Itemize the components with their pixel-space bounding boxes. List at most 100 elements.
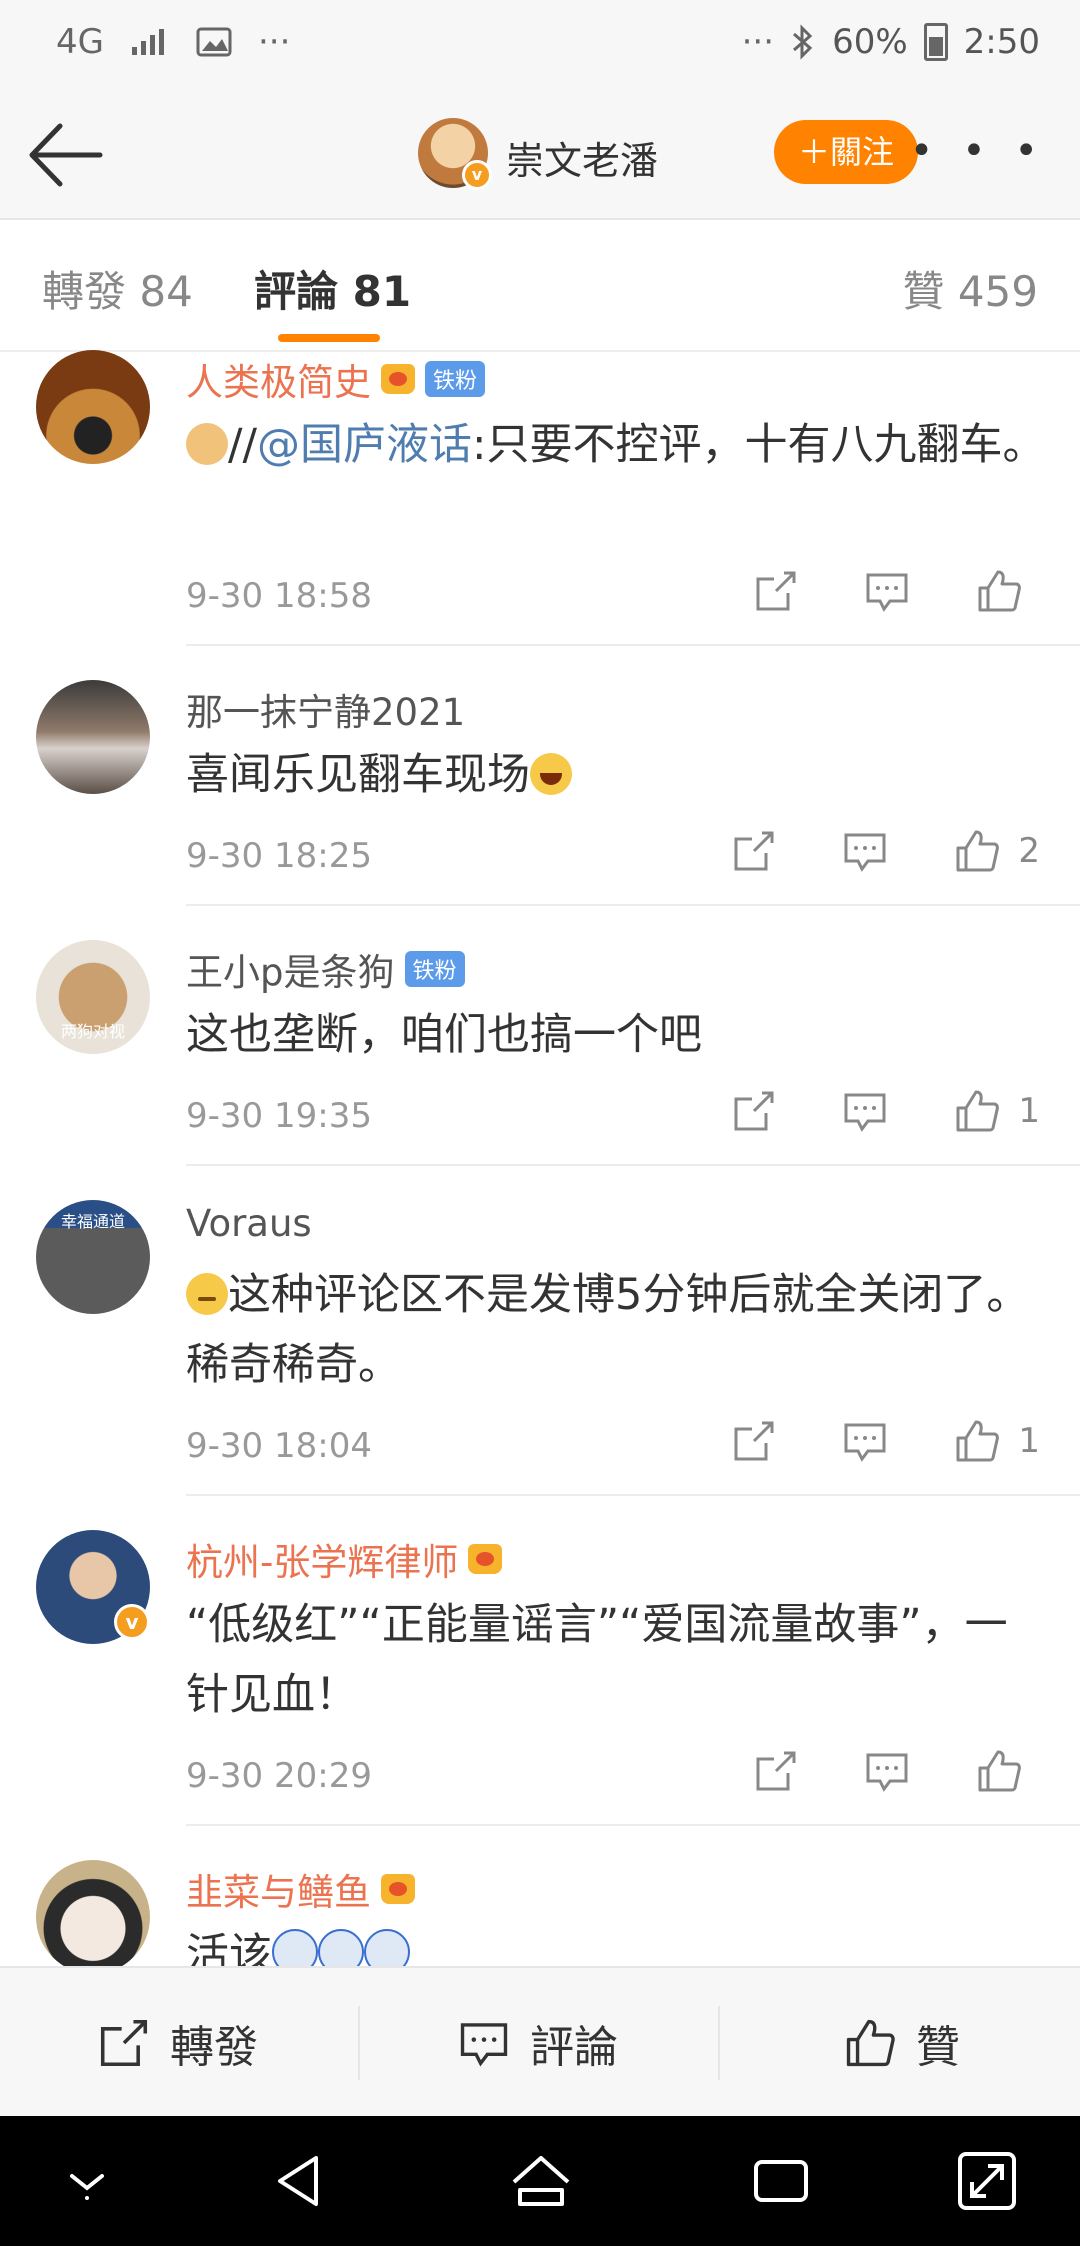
tab-repost[interactable]: 轉發 84 (42, 258, 193, 319)
follow-button[interactable]: ＋關注 (774, 120, 918, 184)
reply-button[interactable] (864, 569, 910, 613)
like-button[interactable]: 2 (954, 828, 1040, 874)
like-button[interactable]: 1 (954, 1418, 1040, 1464)
like-post-button[interactable]: 贊 (844, 1968, 960, 2118)
comment-icon (460, 2023, 508, 2067)
comment-icon (866, 1753, 908, 1792)
thumb-up-icon (956, 1090, 1000, 1132)
panic-emoji-icon (272, 1929, 318, 1966)
comment-text-block: 这种评论区不是发博5分钟后就全关闭了。稀奇稀奇。 (186, 1260, 1046, 1400)
comment-text-block: 喜闻乐见翻车现场 (186, 740, 1046, 810)
fan-badge: 铁粉 (404, 951, 465, 987)
back-nav-icon[interactable] (266, 2146, 336, 2216)
commenter-avatar[interactable]: 两狗对视 (36, 940, 150, 1054)
panic-emoji-icon (364, 1929, 410, 1966)
laugh-emoji-icon (530, 753, 572, 795)
back-arrow-icon[interactable] (26, 120, 106, 190)
comment-header: 王小p是条狗 铁粉 (186, 942, 465, 996)
comment-divider (186, 1824, 1080, 1826)
tab-comments[interactable]: 評論 81 (254, 258, 411, 319)
comment-text-block: //@国庐液话:只要不控评，十有八九翻车。 (186, 410, 1046, 480)
reply-button[interactable] (864, 1749, 910, 1793)
panic-emoji-icon (318, 1929, 364, 1966)
fan-badge: 铁粉 (425, 361, 486, 397)
commenter-avatar[interactable]: v (36, 1530, 150, 1644)
commenter-name[interactable]: Voraus (186, 1202, 312, 1245)
comment-button[interactable]: 評論 (458, 1968, 618, 2118)
commenter-avatar[interactable] (36, 1860, 150, 1966)
thumb-up-icon (846, 2019, 895, 2067)
comment-divider (186, 1494, 1080, 1496)
commenter-avatar[interactable] (36, 680, 150, 794)
share-button[interactable] (754, 1749, 798, 1793)
share-button[interactable] (732, 1419, 776, 1463)
image-notification-icon (196, 27, 232, 57)
comment-time: 9-30 18:58 (186, 576, 372, 616)
share-button[interactable] (732, 829, 776, 873)
thumb-up-icon (978, 1750, 1021, 1792)
reply-button[interactable] (842, 1089, 888, 1133)
more-options-icon[interactable]: • • • (910, 131, 1046, 171)
commenter-avatar[interactable]: 幸福通道 (36, 1200, 150, 1314)
battery-icon (923, 23, 948, 61)
comment-icon (844, 1423, 886, 1462)
reply-button[interactable] (842, 1419, 888, 1463)
share-icon (734, 1091, 774, 1131)
clock: 2:50 (963, 22, 1040, 62)
repost-label: 轉發 (170, 2022, 258, 2073)
share-icon (734, 831, 774, 871)
expand-screen-icon[interactable] (952, 2146, 1022, 2216)
commenter-name[interactable]: 王小p是条狗 (186, 942, 395, 996)
thumb-up-icon (978, 570, 1021, 612)
mention-link[interactable]: @国庐液话 (257, 420, 472, 470)
comment-header: 韭菜与鳝鱼 (186, 1862, 415, 1916)
commenter-name[interactable]: 杭州-张学辉律师 (186, 1532, 458, 1586)
crown-badge-icon (381, 1874, 415, 1904)
repost-button[interactable]: 轉發 (98, 1968, 258, 2118)
comment-text: 活该 (186, 1930, 272, 1966)
account-name[interactable]: 崇文老潘 (506, 130, 658, 185)
recents-nav-icon[interactable] (746, 2146, 816, 2216)
comment-time: 9-30 18:04 (186, 1426, 372, 1466)
comment-label: 評論 (530, 2022, 618, 2073)
comment-icon (844, 1093, 886, 1132)
bluetooth-icon (793, 24, 813, 60)
like-count: 2 (1018, 831, 1040, 871)
share-icon (756, 571, 796, 611)
comment-header: 杭州-张学辉律师 (186, 1532, 503, 1586)
comment-actions (754, 1748, 1040, 1794)
comment-divider (186, 644, 1080, 646)
tab-likes[interactable]: 贊 459 (902, 258, 1038, 319)
commenter-name[interactable]: 人类极简史 (186, 352, 371, 406)
commenter-avatar[interactable] (36, 350, 150, 464)
bar-divider (358, 2006, 360, 2080)
thumb-up-icon (956, 830, 1000, 872)
share-icon (734, 1421, 774, 1461)
share-button[interactable] (754, 569, 798, 613)
share-button[interactable] (732, 1089, 776, 1133)
like-count: 1 (1018, 1421, 1040, 1461)
share-icon (100, 2019, 148, 2067)
commenter-name[interactable]: 韭菜与鳝鱼 (186, 1862, 371, 1916)
home-nav-icon[interactable] (506, 2146, 576, 2216)
verified-badge-icon: v (114, 1604, 150, 1640)
bottom-action-bar: 轉發 評論 贊 (0, 1966, 1080, 2118)
like-button[interactable] (976, 568, 1040, 614)
comment-actions (754, 568, 1040, 614)
like-button[interactable] (976, 1748, 1040, 1794)
signal-icon (131, 29, 164, 55)
interaction-tabs: 轉發 84 評論 81 贊 459 (0, 220, 1080, 352)
comment-text: :只要不控评，十有八九翻车。 (471, 420, 1046, 470)
commenter-name[interactable]: 那一抹宁静2021 (186, 682, 465, 736)
network-indicator: 4G (56, 22, 104, 62)
thumb-up-icon (956, 1420, 1000, 1462)
hide-keyboard-icon[interactable] (52, 2146, 122, 2216)
reply-button[interactable] (842, 829, 888, 873)
like-button[interactable]: 1 (954, 1088, 1040, 1134)
comment-list[interactable]: 人类极简史 铁粉 //@国庐液话:只要不控评，十有八九翻车。 9-30 18:5… (0, 350, 1080, 1966)
battery-percent: 60% (832, 22, 908, 62)
comment-text: “低级红”“正能量谣言”“爱国流量故事”，一针见血！ (186, 1600, 1008, 1720)
like-count: 1 (1018, 1091, 1040, 1131)
account-avatar[interactable]: v (418, 118, 492, 190)
crown-badge-icon (468, 1544, 503, 1574)
